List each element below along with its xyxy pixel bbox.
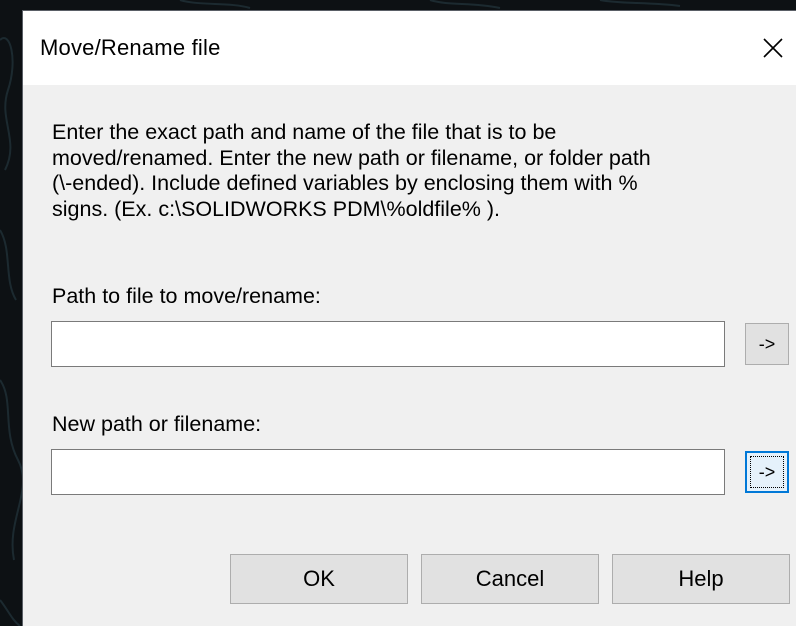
new-path-label: New path or filename:: [52, 412, 262, 436]
source-variables-button[interactable]: ->: [745, 323, 789, 365]
source-path-input[interactable]: [51, 321, 725, 367]
help-button[interactable]: Help: [612, 554, 790, 604]
ok-button[interactable]: OK: [230, 554, 408, 604]
dialog-title: Move/Rename file: [40, 35, 221, 60]
new-path-variables-button[interactable]: ->: [745, 451, 789, 493]
cancel-button[interactable]: Cancel: [421, 554, 599, 604]
new-path-input[interactable]: [51, 449, 725, 495]
instructions-text: Enter the exact path and name of the fil…: [52, 120, 651, 221]
close-button[interactable]: [750, 11, 796, 85]
dialog-titlebar: Move/Rename file: [23, 11, 796, 85]
source-path-label: Path to file to move/rename:: [52, 284, 321, 308]
move-rename-dialog: Move/Rename file Enter the exact path an…: [22, 10, 796, 626]
close-icon: [762, 37, 784, 59]
